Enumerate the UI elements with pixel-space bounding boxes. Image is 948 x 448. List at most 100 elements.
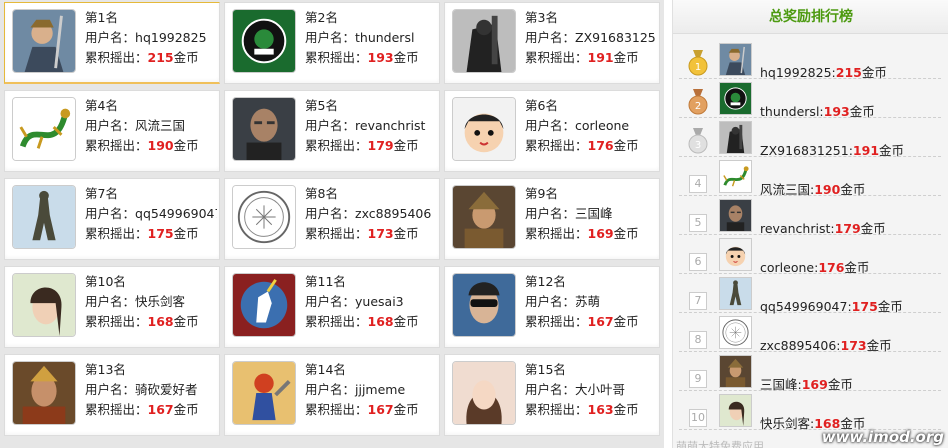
leaderboard-row[interactable]: 1 hq1992825:215金币 [679, 40, 941, 80]
username[interactable]: 大小叶哥 [575, 382, 625, 397]
leaderboard-username[interactable]: 快乐剑客 [760, 416, 810, 431]
username-line[interactable]: 用户名：骑砍爱好者 [85, 380, 217, 400]
username[interactable]: hq1992825 [135, 30, 207, 45]
soldier-statue-icon[interactable] [719, 277, 752, 310]
leaderboard-username[interactable]: qq549969047 [760, 299, 847, 314]
leaderboard-username[interactable]: revanchrist [760, 221, 830, 236]
username[interactable]: 苏萌 [575, 294, 600, 309]
coin-amount: 193 [367, 50, 394, 65]
leaderboard-username[interactable]: corleone [760, 260, 814, 275]
username[interactable]: 快乐剑客 [135, 294, 185, 309]
username-line[interactable]: 用户名：hq1992825 [85, 28, 217, 48]
soldier-portrait-icon[interactable] [232, 97, 296, 161]
leaderboard-row[interactable]: 3 ZX916831251:191金币 [679, 118, 941, 158]
celtics-logo-icon[interactable] [719, 82, 752, 115]
coin-amount: 167 [147, 402, 174, 417]
warrior-avatar-icon[interactable] [719, 43, 752, 76]
username-line[interactable]: 用户名：yuesai3 [305, 292, 437, 312]
long-hair-girl-icon[interactable] [452, 361, 516, 425]
username[interactable]: jjjmeme [355, 382, 405, 397]
username-label: 用户名： [305, 206, 356, 221]
leaderboard-row[interactable]: 5 revanchrist:179金币 [679, 196, 941, 236]
username-line[interactable]: 用户名：三国峰 [525, 204, 657, 224]
username-line[interactable]: 用户名：thundersl [305, 28, 437, 48]
leaderboard-username[interactable]: zxc8895406 [760, 338, 836, 353]
winner-card[interactable]: 第4名 用户名：风流三国 累积摇出：190金币 [4, 90, 220, 172]
leaderboard-row[interactable]: 7 qq549969047:175金币 [679, 274, 941, 314]
username-line[interactable]: 用户名：风流三国 [85, 116, 217, 136]
username-line[interactable]: 用户名：大小叶哥 [525, 380, 657, 400]
username-line[interactable]: 用户名：苏萌 [525, 292, 657, 312]
username[interactable]: 骑砍爱好者 [135, 382, 198, 397]
winner-card[interactable]: 第7名 用户名：qq549969047 累积摇出：175金币 [4, 178, 220, 260]
girl-portrait-icon[interactable] [719, 394, 752, 427]
cartoon-fighter-icon[interactable] [232, 361, 296, 425]
ancient-general-icon[interactable] [12, 361, 76, 425]
leaderboard-username[interactable]: ZX916831251 [760, 143, 849, 158]
username-line[interactable]: 用户名：qq549969047 [85, 204, 217, 224]
winner-card[interactable]: 第3名 用户名：ZX916831251 累积摇出：191金币 [444, 2, 660, 84]
winner-card[interactable]: 第2名 用户名：thundersl 累积摇出：193金币 [224, 2, 440, 84]
armored-general-icon[interactable] [452, 185, 516, 249]
username[interactable]: yuesai3 [355, 294, 404, 309]
leaderboard-row[interactable]: 8 zxc8895406:173金币 [679, 313, 941, 353]
leaderboard-row[interactable]: 4 风流三国:190金币 [679, 157, 941, 197]
leaderboard-row[interactable]: 6 corleone:176金币 [679, 235, 941, 275]
leaderboard-username[interactable]: 三国峰 [760, 377, 798, 392]
dark-knight-avatar-icon[interactable] [719, 121, 752, 154]
leaderboard-username[interactable]: 风流三国 [760, 182, 810, 197]
coin-amount: 191 [587, 50, 614, 65]
username-line[interactable]: 用户名：revanchrist [305, 116, 437, 136]
username[interactable]: zxc8895406 [355, 206, 431, 221]
username-line[interactable]: 用户名：zxc8895406 [305, 204, 437, 224]
leaderboard-amount: 191 [852, 143, 880, 158]
winner-card[interactable]: 第5名 用户名：revanchrist 累积摇出：179金币 [224, 90, 440, 172]
username[interactable]: ZX916831251 [575, 30, 657, 45]
winner-card[interactable]: 第9名 用户名：三国峰 累积摇出：169金币 [444, 178, 660, 260]
username-line[interactable]: 用户名：corleone [525, 116, 657, 136]
leaderboard-amount: 176 [818, 260, 845, 275]
username[interactable]: qq549969047 [135, 206, 217, 221]
winner-card[interactable]: 第14名 用户名：jjjmeme 累积摇出：167金币 [224, 354, 440, 436]
rank-label: 第6名 [525, 98, 558, 113]
winner-card[interactable]: 第6名 用户名：corleone 累积摇出：176金币 [444, 90, 660, 172]
username[interactable]: 风流三国 [135, 118, 185, 133]
winner-card[interactable]: 第10名 用户名：快乐剑客 累积摇出：168金币 [4, 266, 220, 348]
username-line[interactable]: 用户名：jjjmeme [305, 380, 437, 400]
username[interactable]: thundersl [355, 30, 414, 45]
soldier-portrait-icon[interactable] [719, 199, 752, 232]
username[interactable]: corleone [575, 118, 629, 133]
username[interactable]: revanchrist [355, 118, 425, 133]
armored-general-icon[interactable] [719, 355, 752, 388]
cartoon-boy-icon[interactable] [719, 238, 752, 271]
winner-card[interactable]: 第15名 用户名：大小叶哥 累积摇出：163金币 [444, 354, 660, 436]
seal-emblem-icon[interactable] [232, 185, 296, 249]
sunglasses-guy-icon[interactable] [452, 273, 516, 337]
unicorn-art-icon[interactable] [232, 273, 296, 337]
username-label: 用户名： [525, 206, 576, 221]
winner-card[interactable]: 第11名 用户名：yuesai3 累积摇出：168金币 [224, 266, 440, 348]
girl-portrait-icon[interactable] [12, 273, 76, 337]
username[interactable]: 三国峰 [575, 206, 613, 221]
cartoon-boy-icon[interactable] [452, 97, 516, 161]
winner-card[interactable]: 第8名 用户名：zxc8895406 累积摇出：173金币 [224, 178, 440, 260]
dark-knight-avatar-icon[interactable] [452, 9, 516, 73]
dragon-avatar-icon[interactable] [12, 97, 76, 161]
winner-card[interactable]: 第13名 用户名：骑砍爱好者 累积摇出：167金币 [4, 354, 220, 436]
username-label: 用户名： [85, 294, 136, 309]
celtics-logo-icon[interactable] [232, 9, 296, 73]
leaderboard-row[interactable]: 9 三国峰:169金币 [679, 352, 941, 392]
winner-card[interactable]: 第1名 用户名：hq1992825 累积摇出：215金币 [4, 2, 220, 84]
seal-emblem-icon[interactable] [719, 316, 752, 349]
leaderboard-username[interactable]: hq1992825 [760, 65, 832, 80]
dragon-avatar-icon[interactable] [719, 160, 752, 193]
leaderboard-row[interactable]: 10 快乐剑客:168金币 [679, 391, 941, 431]
username-line[interactable]: 用户名：ZX916831251 [525, 28, 657, 48]
leaderboard-username[interactable]: thundersl [760, 104, 819, 119]
leaderboard-row[interactable]: 2 thundersl:193金币 [679, 79, 941, 119]
total-line: 累积摇出：193金币 [305, 48, 437, 68]
warrior-avatar-icon[interactable] [12, 9, 76, 73]
soldier-statue-icon[interactable] [12, 185, 76, 249]
username-line[interactable]: 用户名：快乐剑客 [85, 292, 217, 312]
winner-card[interactable]: 第12名 用户名：苏萌 累积摇出：167金币 [444, 266, 660, 348]
